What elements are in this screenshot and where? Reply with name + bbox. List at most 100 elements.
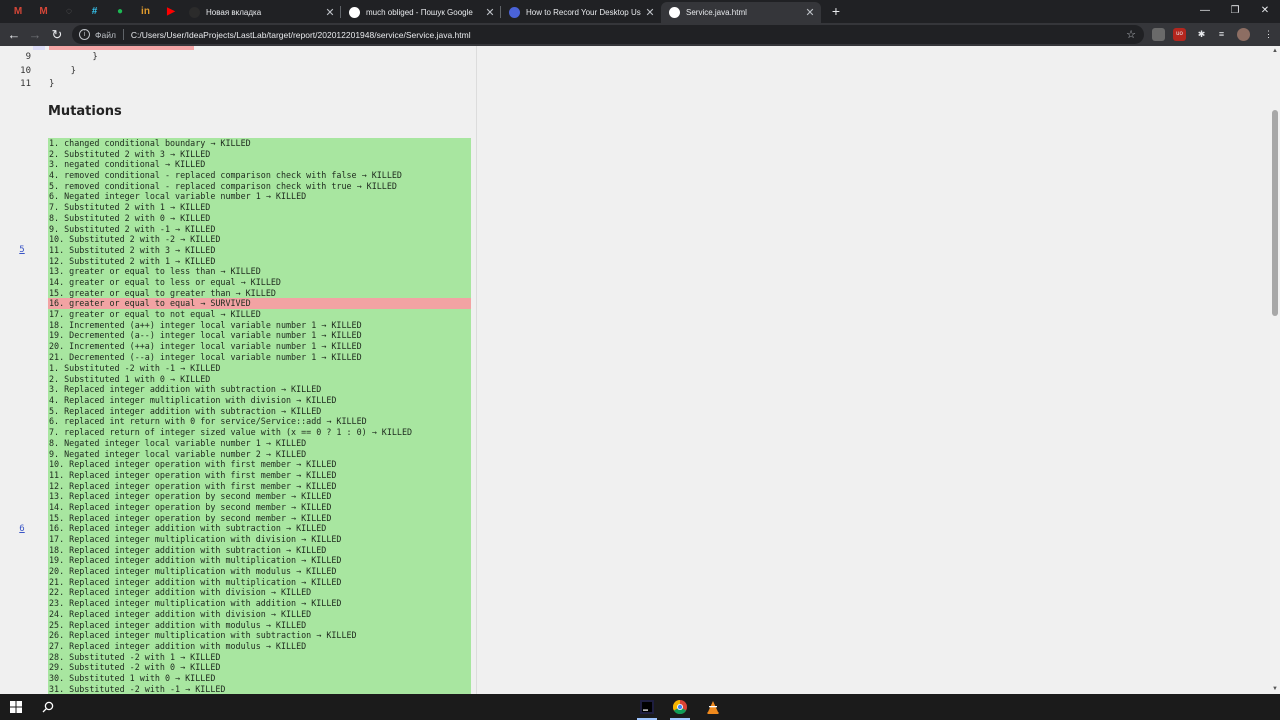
tab[interactable]: How to Record Your Desktop Us ✕ bbox=[501, 2, 661, 23]
mutation-item: 30. Substituted 1 with 0 → KILLED bbox=[49, 672, 216, 683]
windows-start-icon[interactable] bbox=[6, 697, 26, 717]
chrome-icon[interactable] bbox=[670, 697, 690, 717]
tab-close-icon[interactable]: ✕ bbox=[483, 6, 497, 19]
pinned-tab[interactable]: M bbox=[7, 3, 29, 20]
mutation-item: 9. Substituted 2 with -1 → KILLED bbox=[49, 223, 216, 234]
line-number: 11 bbox=[20, 79, 31, 89]
mutation-item: 25. Replaced integer addition with modul… bbox=[49, 619, 307, 630]
tab-favicon-icon bbox=[349, 7, 360, 18]
intellij-icon[interactable] bbox=[637, 697, 657, 717]
menu-icon[interactable]: ⋮ bbox=[1262, 28, 1275, 41]
mutation-item: 26. Replaced integer multiplication with… bbox=[49, 630, 357, 641]
mutation-item: 8. Negated integer local variable number… bbox=[49, 437, 307, 448]
mutation-item: 3. negated conditional → KILLED bbox=[49, 159, 206, 170]
youtube-icon: ▶ bbox=[167, 5, 175, 17]
mutation-item: 20. Replaced integer multiplication with… bbox=[49, 566, 337, 577]
pinned-tab[interactable]: ◌ bbox=[58, 3, 80, 20]
address-scheme: Файл bbox=[95, 29, 116, 40]
tab-separator bbox=[500, 6, 501, 18]
tab[interactable]: much obliged - Пошук Google ✕ bbox=[341, 2, 501, 23]
code-text: } bbox=[49, 79, 55, 89]
slack-icon: # bbox=[91, 5, 98, 17]
mutation-item: 28. Substituted -2 with 1 → KILLED bbox=[49, 651, 221, 662]
mutation-item: 12. Substituted 2 with 1 → KILLED bbox=[49, 255, 216, 266]
mutation-item: 4. removed conditional - replaced compar… bbox=[49, 170, 402, 181]
gmail-icon: M bbox=[39, 5, 48, 17]
extension-icon[interactable] bbox=[1152, 28, 1165, 41]
bookmark-star-icon[interactable]: ☆ bbox=[1126, 28, 1136, 41]
tab[interactable]: Service.java.html ✕ bbox=[661, 2, 821, 23]
tab-close-icon[interactable]: ✕ bbox=[643, 6, 657, 19]
mutation-item: 5. Replaced integer addition with subtra… bbox=[49, 405, 322, 416]
info-icon[interactable]: i bbox=[79, 29, 90, 40]
scroll-down-icon[interactable]: ▼ bbox=[1270, 684, 1280, 694]
pinned-tab[interactable]: in bbox=[135, 3, 157, 20]
forward-button[interactable]: → bbox=[26, 26, 44, 44]
ublock-icon[interactable]: uo bbox=[1173, 28, 1186, 41]
minimize-button[interactable]: — bbox=[1190, 2, 1220, 20]
mutation-item: 5. removed conditional - replaced compar… bbox=[49, 180, 397, 191]
mutation-item: 24. Replaced integer addition with divis… bbox=[49, 608, 312, 619]
pinned-tab[interactable]: ● bbox=[109, 3, 131, 20]
avatar[interactable] bbox=[1237, 28, 1250, 41]
pinned-tab[interactable]: ▶ bbox=[160, 3, 182, 20]
mutation-item: 1. changed conditional boundary → KILLED bbox=[49, 138, 251, 148]
mutation-item: 1. Substituted -2 with -1 → KILLED bbox=[49, 363, 221, 373]
mutation-block: 1. changed conditional boundary → KILLED… bbox=[48, 138, 471, 366]
new-tab-button[interactable]: + bbox=[828, 3, 844, 19]
mutation-block: 1. Substituted -2 with -1 → KILLED 2. Sub… bbox=[48, 363, 471, 694]
mutation-item: 2. Substituted 1 with 0 → KILLED bbox=[49, 373, 211, 384]
mutation-item: 6. Negated integer local variable number… bbox=[49, 191, 307, 202]
mutation-item: 11. Replaced integer operation with firs… bbox=[49, 469, 337, 480]
tab-favicon-icon bbox=[189, 7, 200, 18]
tab-close-icon[interactable]: ✕ bbox=[323, 6, 337, 19]
mutation-item: 21. Replaced integer addition with multi… bbox=[49, 576, 342, 587]
reload-button[interactable]: ↻ bbox=[48, 26, 66, 44]
back-button[interactable]: ← bbox=[5, 26, 23, 44]
tab-title: Service.java.html bbox=[686, 8, 747, 17]
taskbar bbox=[0, 694, 1280, 720]
mutation-item: 11. Substituted 2 with 3 → KILLED bbox=[49, 244, 216, 255]
reading-list-icon[interactable]: ≡ bbox=[1215, 28, 1228, 41]
code-line: 11} bbox=[0, 78, 476, 91]
line-number: 9 bbox=[25, 52, 31, 62]
puzzle-icon[interactable]: ✱ bbox=[1195, 28, 1208, 41]
mutation-item: 2. Substituted 2 with 3 → KILLED bbox=[49, 148, 211, 159]
close-window-button[interactable]: ✕ bbox=[1250, 2, 1280, 20]
mutation-line-link[interactable]: 5 bbox=[16, 245, 28, 255]
vlc-icon[interactable] bbox=[703, 697, 723, 717]
scroll-up-icon[interactable]: ▲ bbox=[1270, 46, 1280, 56]
column-divider bbox=[476, 46, 477, 694]
mutation-item: 18. Replaced integer addition with subtr… bbox=[49, 544, 327, 555]
mutation-item: 15. Replaced integer operation by second… bbox=[49, 512, 332, 523]
mutation-item: 6. replaced int return with 0 for servic… bbox=[49, 416, 367, 427]
search-icon[interactable] bbox=[38, 697, 58, 717]
address-url[interactable]: C:/Users/User/IdeaProjects/LastLab/targe… bbox=[131, 30, 471, 40]
mutations-heading: Mutations bbox=[48, 104, 122, 119]
mutation-item: 9. Negated integer local variable number… bbox=[49, 448, 307, 459]
tab-title: How to Record Your Desktop Us bbox=[526, 8, 641, 17]
tab[interactable]: Новая вкладка ✕ bbox=[181, 2, 341, 23]
mutation-item: 12. Replaced integer operation with firs… bbox=[49, 480, 337, 491]
tab-separator bbox=[340, 6, 341, 18]
scroll-thumb[interactable] bbox=[1272, 110, 1278, 316]
mutation-item-survived: 16. greater or equal to equal → SURVIVED bbox=[48, 298, 471, 309]
forward-arrow-icon: → bbox=[28, 27, 42, 42]
page-scrollbar[interactable]: ▲ ▼ bbox=[1270, 46, 1280, 694]
address-bar[interactable]: i Файл C:/Users/User/IdeaProjects/LastLa… bbox=[72, 25, 1144, 44]
address-separator bbox=[122, 29, 124, 40]
tab-title: Новая вкладка bbox=[206, 8, 262, 17]
mutation-item: 14. greater or equal to less or equal → … bbox=[49, 276, 281, 287]
tab-favicon-icon bbox=[669, 7, 680, 18]
tab-close-icon[interactable]: ✕ bbox=[803, 6, 817, 19]
line-number-highlight bbox=[33, 46, 45, 50]
mutation-item: 7. Substituted 2 with 1 → KILLED bbox=[49, 202, 211, 213]
maximize-button[interactable]: ❐ bbox=[1220, 2, 1250, 20]
mutation-line-link[interactable]: 6 bbox=[16, 524, 28, 534]
mutation-item: 7. replaced return of integer sized valu… bbox=[49, 427, 413, 438]
pinned-tab[interactable]: # bbox=[84, 3, 106, 20]
mutation-item: 15. greater or equal to greater than → K… bbox=[49, 287, 276, 298]
gmail-icon: M bbox=[13, 5, 23, 17]
mutation-item: 4. Replaced integer multiplication with … bbox=[49, 395, 337, 406]
pinned-tab[interactable]: M bbox=[33, 3, 55, 20]
